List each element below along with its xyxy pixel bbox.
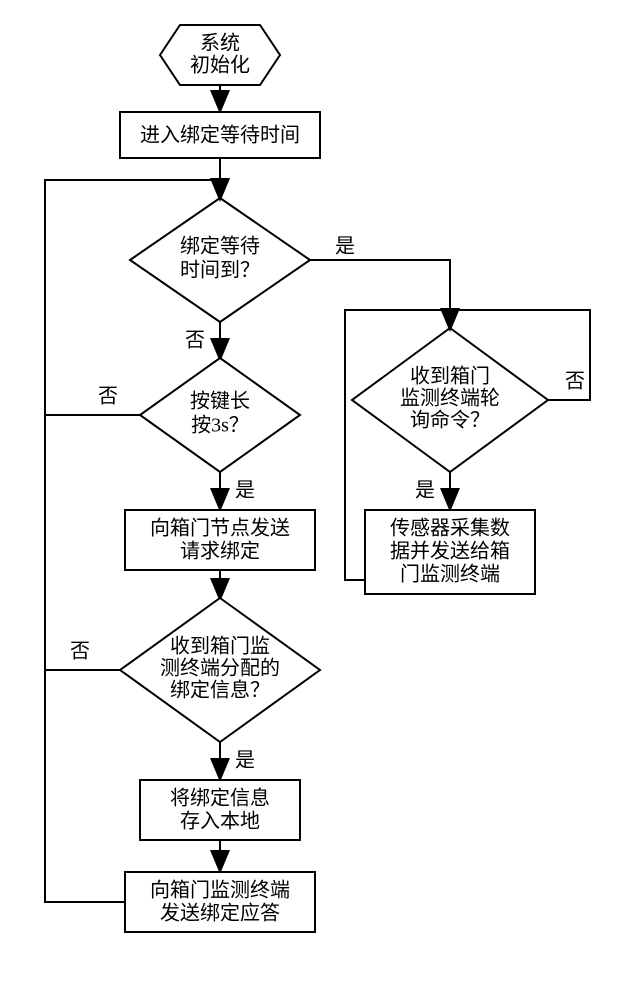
decision-recv-poll-cmd-text-1: 收到箱门 <box>410 365 490 388</box>
node-enter-bind-wait-text: 进入绑定等待时间 <box>140 124 300 147</box>
decision-recv-bind-info-text-2: 测终端分配的 <box>160 657 280 680</box>
node-send-bind-request-text-2: 请求绑定 <box>180 540 260 563</box>
edge-d3-yes-label: 是 <box>235 750 255 772</box>
flowchart: 系统 初始化 进入绑定等待时间 绑定等待 时间到？ 是 否 按键长 按3s？ 否… <box>0 0 624 1000</box>
decision-recv-poll-cmd-text-2: 监测终端轮 <box>400 387 500 410</box>
edge-d4-yes-label: 是 <box>415 480 435 502</box>
edge-d3-no-label: 否 <box>70 641 90 663</box>
node-send-bind-ack-text-2: 发送绑定应答 <box>160 902 280 925</box>
decision-long-press-text-2: 按3s？ <box>191 414 249 437</box>
node-sensor-collect-send-text-1: 传感器采集数 <box>390 517 510 540</box>
edge-d3-no <box>45 415 120 670</box>
edge-d4-no-label: 否 <box>565 371 585 393</box>
node-sensor-collect-send-text-3: 门监测终端 <box>400 563 500 586</box>
decision-bind-wait-timeout-text-1: 绑定等待 <box>180 235 260 258</box>
edge-n5-loop <box>45 670 125 902</box>
node-send-bind-request-text-1: 向箱门节点发送 <box>150 517 290 540</box>
decision-recv-bind-info-text-1: 收到箱门监 <box>170 635 270 658</box>
edge-d1-yes-label: 是 <box>335 236 355 258</box>
decision-recv-poll-cmd-text-3: 询命令？ <box>410 409 490 432</box>
edge-d2-no-label: 否 <box>98 386 118 408</box>
node-sensor-collect-send-text-2: 据并发送给箱 <box>390 540 510 563</box>
decision-long-press-text-1: 按键长 <box>190 390 250 413</box>
node-system-init-text-1: 系统 <box>200 32 240 55</box>
node-store-bind-info-text-2: 存入本地 <box>180 810 260 833</box>
node-store-bind-info-text-1: 将绑定信息 <box>170 787 270 810</box>
edge-d1-no-label: 否 <box>185 330 205 352</box>
node-system-init-text-2: 初始化 <box>190 54 250 77</box>
edge-d2-yes-label: 是 <box>235 480 255 502</box>
decision-bind-wait-timeout-text-2: 时间到？ <box>180 259 260 282</box>
decision-recv-bind-info-text-3: 绑定信息？ <box>170 679 270 702</box>
node-send-bind-ack-text-1: 向箱门监测终端 <box>150 879 290 902</box>
edge-d1-yes <box>310 260 450 328</box>
